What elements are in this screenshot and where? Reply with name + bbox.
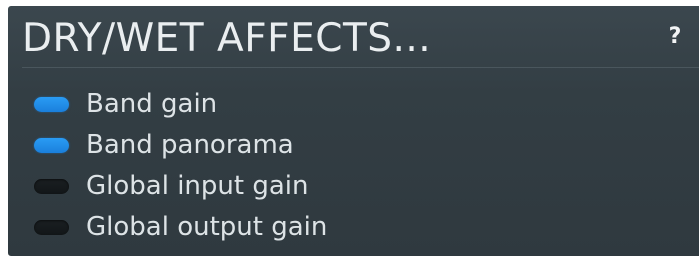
global-input-gain-label: Global input gain (86, 171, 309, 201)
option-band-gain[interactable]: Band gain (8, 84, 699, 125)
dry-wet-affects-panel: DRY/WET AFFECTS... ? Band gain Band pano… (8, 6, 699, 256)
option-band-panorama[interactable]: Band panorama (8, 125, 699, 166)
global-output-gain-toggle[interactable] (34, 220, 69, 235)
panel-header: DRY/WET AFFECTS... ? (8, 6, 699, 67)
global-output-gain-label: Global output gain (86, 212, 328, 242)
options-list: Band gain Band panorama Global input gai… (8, 84, 699, 248)
panel-title: DRY/WET AFFECTS... (22, 16, 432, 61)
global-input-gain-toggle[interactable] (34, 179, 69, 194)
header-divider (22, 67, 699, 68)
option-global-output-gain[interactable]: Global output gain (8, 207, 699, 248)
band-gain-label: Band gain (86, 89, 218, 119)
help-button[interactable]: ? (665, 22, 685, 52)
band-panorama-toggle[interactable] (34, 138, 69, 153)
band-panorama-label: Band panorama (86, 130, 294, 160)
option-global-input-gain[interactable]: Global input gain (8, 166, 699, 207)
band-gain-toggle[interactable] (34, 97, 69, 112)
